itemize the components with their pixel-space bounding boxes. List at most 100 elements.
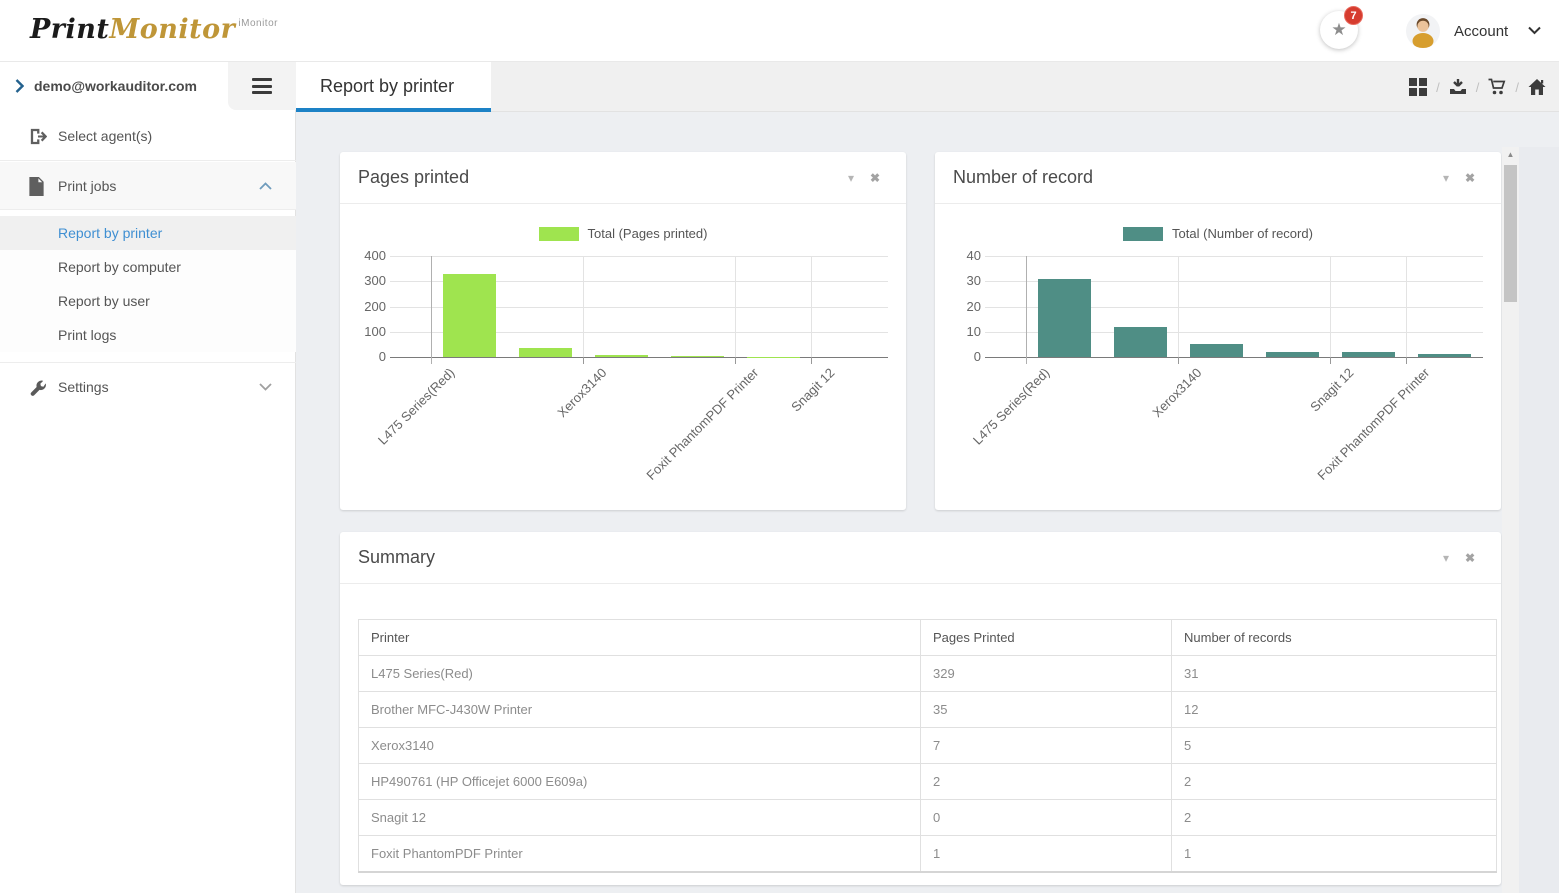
x-gridline xyxy=(1178,256,1179,357)
panel-header: Number of record ▾ ✖ xyxy=(935,152,1501,204)
y-gridline xyxy=(985,256,1483,257)
panel-title: Pages printed xyxy=(358,152,469,203)
chart-bar[interactable] xyxy=(1266,352,1319,357)
collapse-panel-button[interactable]: ▾ xyxy=(848,152,854,204)
x-tick xyxy=(583,357,584,364)
x-tick xyxy=(811,357,812,364)
sidebar-item-report-by-computer[interactable]: Report by computer xyxy=(0,250,296,284)
sidebar-item-settings[interactable]: Settings xyxy=(0,362,296,412)
y-tick-label: 10 xyxy=(935,324,981,339)
chart-bar[interactable] xyxy=(671,356,724,357)
x-category-label: Foxit PhantomPDF Printer xyxy=(644,365,762,483)
collapse-panel-button[interactable]: ▾ xyxy=(1443,152,1449,204)
tab-bar: Report by printer / / / xyxy=(296,62,1559,112)
panel-summary: Summary ▾ ✖ PrinterPages PrintedNumber o… xyxy=(340,532,1501,885)
sidebar-subitem-label: Print logs xyxy=(58,318,116,352)
close-panel-button[interactable]: ✖ xyxy=(870,152,880,204)
cart-icon[interactable] xyxy=(1488,78,1506,96)
chart-bar[interactable] xyxy=(1418,354,1471,357)
y-tick-label: 0 xyxy=(935,349,981,364)
y-gridline xyxy=(390,256,888,257)
y-axis-line xyxy=(431,256,432,364)
x-tick xyxy=(1178,357,1179,364)
chart-bar[interactable] xyxy=(1114,327,1167,357)
x-gridline xyxy=(735,256,736,357)
number-of-record-chart: Total (Number of record)010203040L475 Se… xyxy=(935,205,1501,510)
sidebar-item-report-by-user[interactable]: Report by user xyxy=(0,284,296,318)
chevron-down-icon xyxy=(259,383,272,391)
chevron-down-icon[interactable] xyxy=(1528,26,1541,35)
table-row: Xerox314075 xyxy=(359,728,1497,764)
x-category-label: Xerox3140 xyxy=(1150,365,1205,420)
table-cell: 2 xyxy=(921,764,1172,800)
table-cell: Foxit PhantomPDF Printer xyxy=(359,836,921,872)
notifications-button[interactable]: ★ 7 xyxy=(1320,11,1358,49)
collapse-panel-button[interactable]: ▾ xyxy=(1443,532,1449,584)
x-axis-line xyxy=(985,357,1483,358)
chart-legend: Total (Number of record) xyxy=(935,226,1501,241)
y-tick-label: 30 xyxy=(935,273,981,288)
chart-bar[interactable] xyxy=(595,355,648,357)
table-cell: L475 Series(Red) xyxy=(359,656,921,692)
hamburger-icon xyxy=(252,78,272,98)
table-cell: Brother MFC-J430W Printer xyxy=(359,692,921,728)
chart-bar[interactable] xyxy=(1190,344,1243,357)
download-icon[interactable] xyxy=(1449,78,1467,96)
chevron-right-icon xyxy=(15,79,24,93)
chart-bar[interactable] xyxy=(1038,279,1091,357)
y-tick-label: 300 xyxy=(340,273,386,288)
chart-bar[interactable] xyxy=(519,348,572,357)
chart-bar[interactable] xyxy=(1342,352,1395,357)
panel-header: Summary ▾ ✖ xyxy=(340,532,1501,584)
apps-icon[interactable] xyxy=(1409,78,1427,96)
y-tick-label: 100 xyxy=(340,324,386,339)
separator: / xyxy=(1515,80,1519,95)
y-tick-label: 20 xyxy=(935,299,981,314)
table-cell: 329 xyxy=(921,656,1172,692)
legend-label: Total (Number of record) xyxy=(1172,226,1313,241)
table-cell: 2 xyxy=(1172,764,1497,800)
separator: / xyxy=(1436,80,1440,95)
sidebar-toggle-button[interactable] xyxy=(228,62,296,110)
notification-badge: 7 xyxy=(1344,6,1363,25)
breadcrumb-toolbar: / / / xyxy=(1409,62,1546,112)
avatar[interactable] xyxy=(1406,14,1440,48)
legend-swatch xyxy=(1123,227,1163,241)
table-row: HP490761 (HP Officejet 6000 E609a)22 xyxy=(359,764,1497,800)
chart-bar[interactable] xyxy=(443,274,496,357)
sidebar-item-label: Print jobs xyxy=(58,162,116,211)
sidebar-subitem-label: Report by computer xyxy=(58,250,181,284)
y-tick-label: 400 xyxy=(340,248,386,263)
print-jobs-icon xyxy=(28,177,45,196)
close-panel-button[interactable]: ✖ xyxy=(1465,532,1475,584)
x-gridline xyxy=(583,256,584,357)
table-cell: 1 xyxy=(1172,836,1497,872)
table-cell: 12 xyxy=(1172,692,1497,728)
sidebar-item-select-agents[interactable]: Select agent(s) xyxy=(0,112,296,161)
sidebar-item-print-logs[interactable]: Print logs xyxy=(0,318,296,352)
sidebar-item-label: Settings xyxy=(58,363,109,412)
tab-report-by-printer[interactable]: Report by printer xyxy=(296,62,491,112)
legend-swatch xyxy=(539,227,579,241)
sidebar-item-print-jobs[interactable]: Print jobs xyxy=(0,162,296,210)
vertical-scrollbar[interactable]: ▲ xyxy=(1502,147,1519,893)
table-cell: HP490761 (HP Officejet 6000 E609a) xyxy=(359,764,921,800)
account-email[interactable]: demo@workauditor.com xyxy=(34,62,197,110)
scrollbar-thumb[interactable] xyxy=(1504,165,1517,302)
table-header-row: PrinterPages PrintedNumber of records xyxy=(359,620,1497,656)
y-tick-label: 40 xyxy=(935,248,981,263)
sidebar-item-report-by-printer[interactable]: Report by printer xyxy=(0,216,296,250)
select-agent-icon xyxy=(28,127,47,146)
sidebar-subitem-label: Report by user xyxy=(58,284,150,318)
scroll-up-arrow-icon[interactable]: ▲ xyxy=(1502,147,1519,163)
app-window: PrintMonitoriMonitor ★ 7 Account demo@wo… xyxy=(0,0,1559,893)
right-gutter xyxy=(1519,147,1559,893)
sidebar-header: demo@workauditor.com xyxy=(0,62,296,110)
close-panel-button[interactable]: ✖ xyxy=(1465,152,1475,204)
legend-label: Total (Pages printed) xyxy=(588,226,708,241)
table-row: L475 Series(Red)32931 xyxy=(359,656,1497,692)
x-tick xyxy=(1406,357,1407,364)
account-menu[interactable]: Account xyxy=(1454,23,1508,40)
home-icon[interactable] xyxy=(1528,78,1546,96)
table-cell: 2 xyxy=(1172,800,1497,836)
